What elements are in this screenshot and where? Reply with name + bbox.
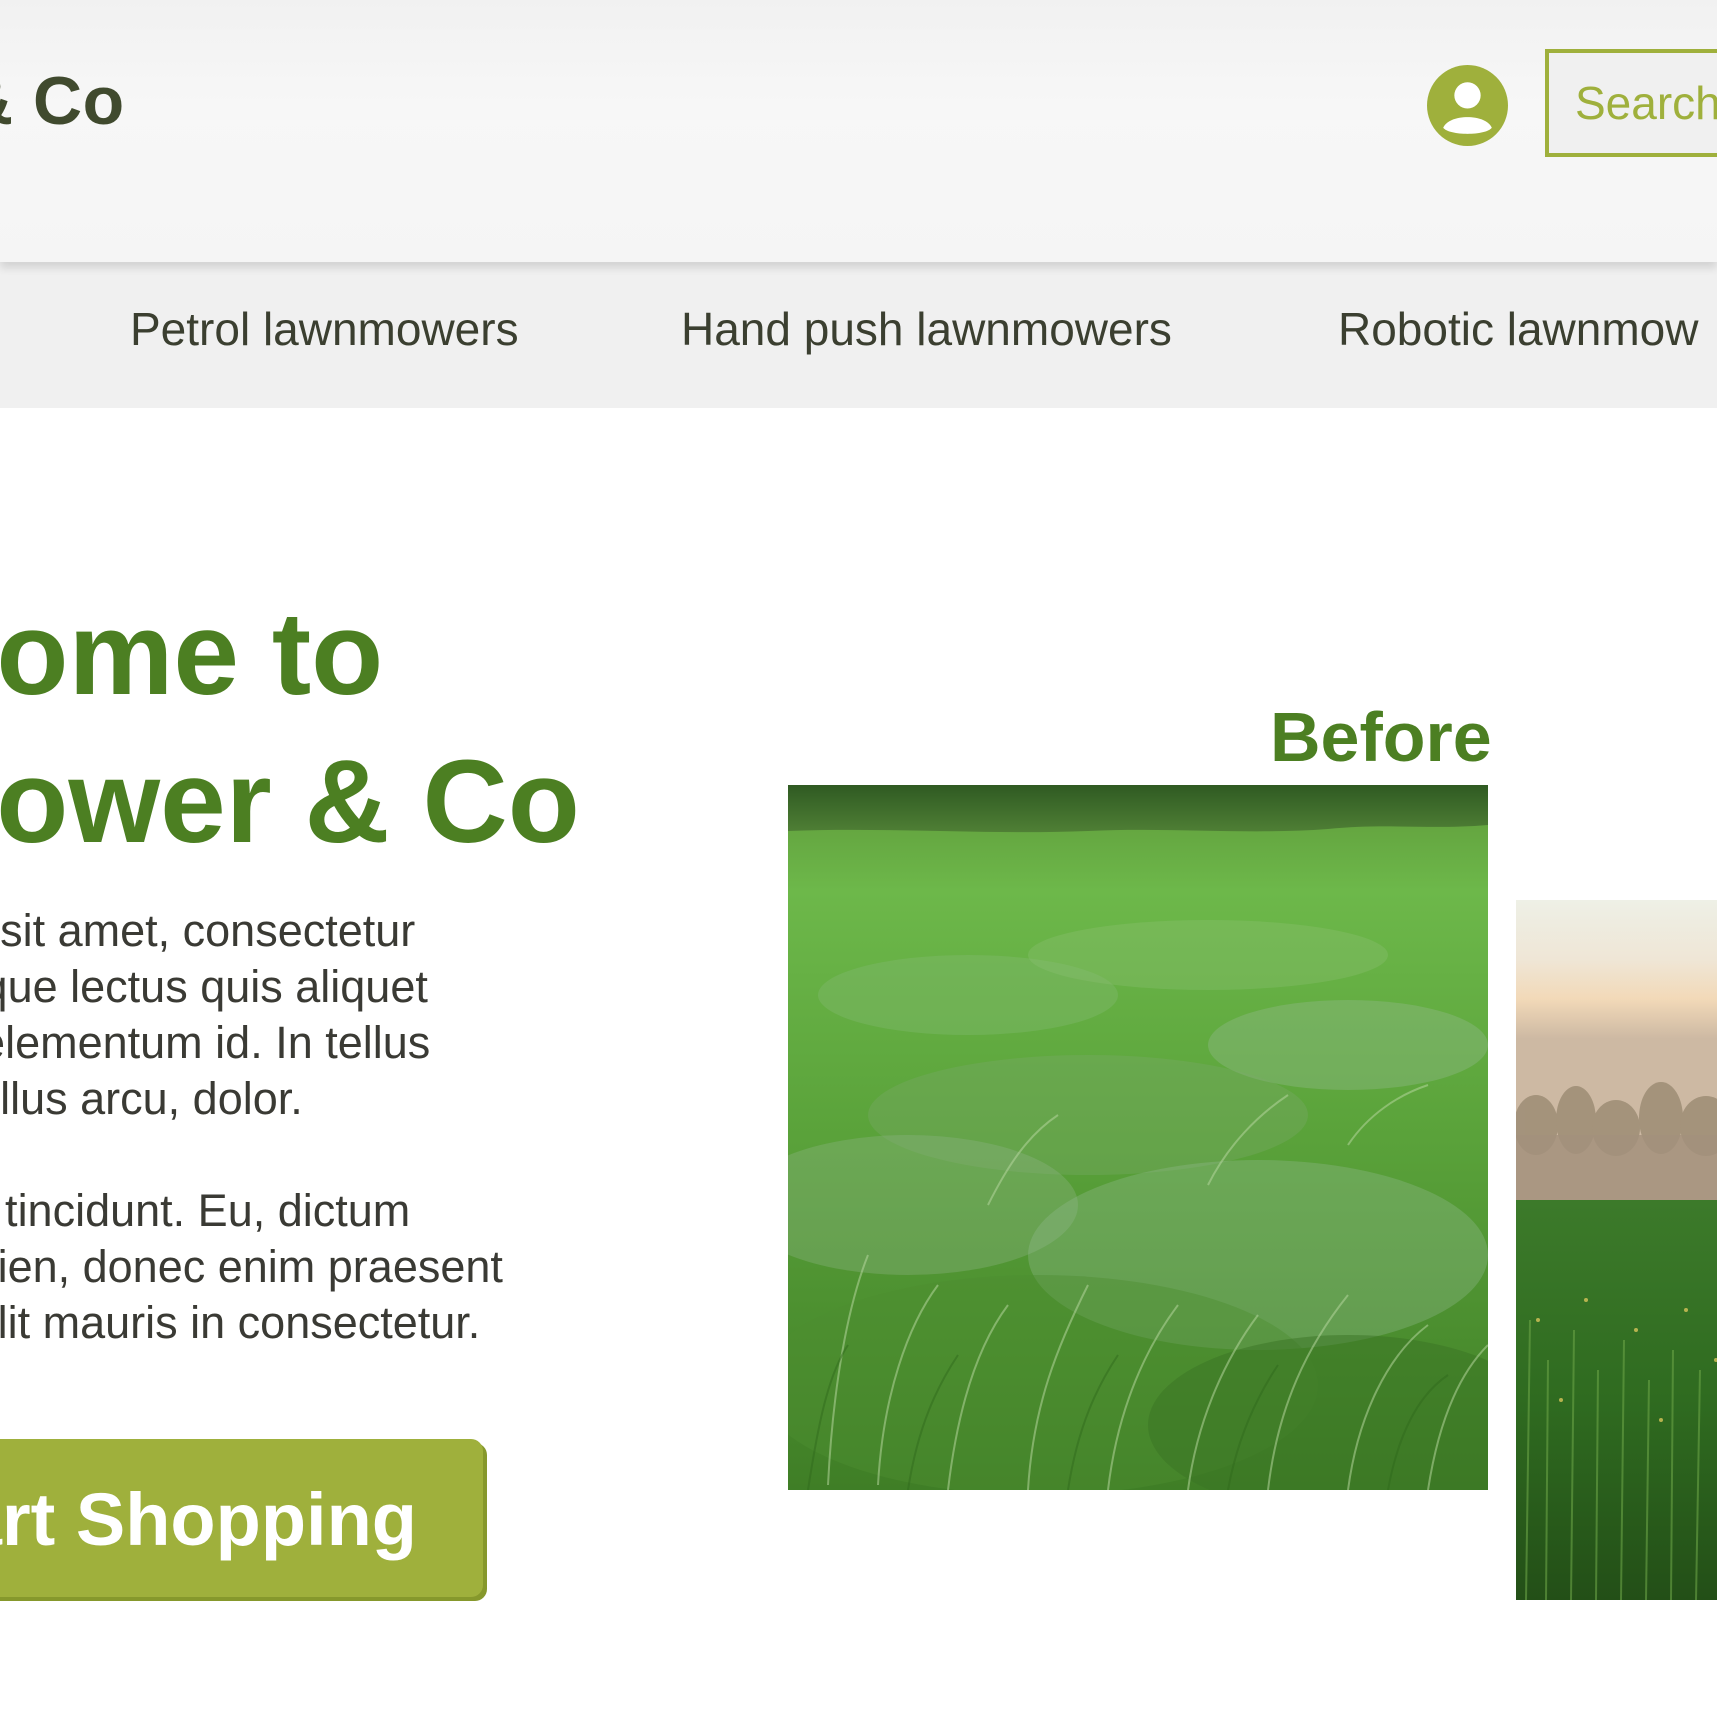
category-nav: Petrol lawnmowers Hand push lawnmowers R… bbox=[0, 262, 1717, 408]
search-input[interactable] bbox=[1549, 53, 1717, 153]
account-icon[interactable] bbox=[1427, 65, 1508, 146]
hero-title: lcome to Mower & Co bbox=[0, 580, 580, 876]
before-lawn-image bbox=[788, 785, 1488, 1490]
hero-title-line-2: Mower & Co bbox=[0, 736, 580, 868]
brand-logo[interactable]: & Co bbox=[0, 62, 125, 140]
hero-paragraph-1-line: r phasellus arcu, dolor. bbox=[0, 1073, 303, 1124]
site-header: & Co bbox=[0, 0, 1717, 262]
before-label: Before bbox=[1270, 698, 1492, 776]
nav-item-petrol-lawnmowers[interactable]: Petrol lawnmowers bbox=[130, 302, 519, 356]
hero-paragraph-2-line: s non elit mauris in consectetur. bbox=[0, 1297, 481, 1348]
hero-paragraph-2-line: am sapien, donec enim praesent bbox=[0, 1241, 503, 1292]
page: & Co Petrol lawnmowers Hand push lawnmow… bbox=[0, 0, 1717, 1717]
hero-paragraph-1: n dolor sit amet, consectetur t. Natoque… bbox=[0, 903, 503, 1127]
after-lawn-image bbox=[1516, 900, 1717, 1600]
nav-item-hand-push-lawnmowers[interactable]: Hand push lawnmowers bbox=[681, 302, 1172, 356]
hero-description: n dolor sit amet, consectetur t. Natoque… bbox=[0, 903, 503, 1407]
hero-paragraph-1-line: et nisl elementum id. In tellus bbox=[0, 1017, 431, 1068]
start-shopping-button[interactable]: Start Shopping bbox=[0, 1439, 483, 1597]
hero-paragraph-2: id et sit tincidunt. Eu, dictum am sapie… bbox=[0, 1183, 503, 1351]
nav-item-robotic-lawnmowers[interactable]: Robotic lawnmow bbox=[1338, 302, 1698, 356]
hero-title-line-1: lcome to bbox=[0, 588, 384, 720]
hero-paragraph-1-line: t. Natoque lectus quis aliquet bbox=[0, 961, 428, 1012]
start-shopping-label: Start Shopping bbox=[0, 1478, 417, 1561]
search-box bbox=[1545, 49, 1717, 157]
hero-paragraph-1-line: n dolor sit amet, consectetur bbox=[0, 905, 416, 956]
hero-paragraph-2-line: id et sit tincidunt. Eu, dictum bbox=[0, 1185, 411, 1236]
